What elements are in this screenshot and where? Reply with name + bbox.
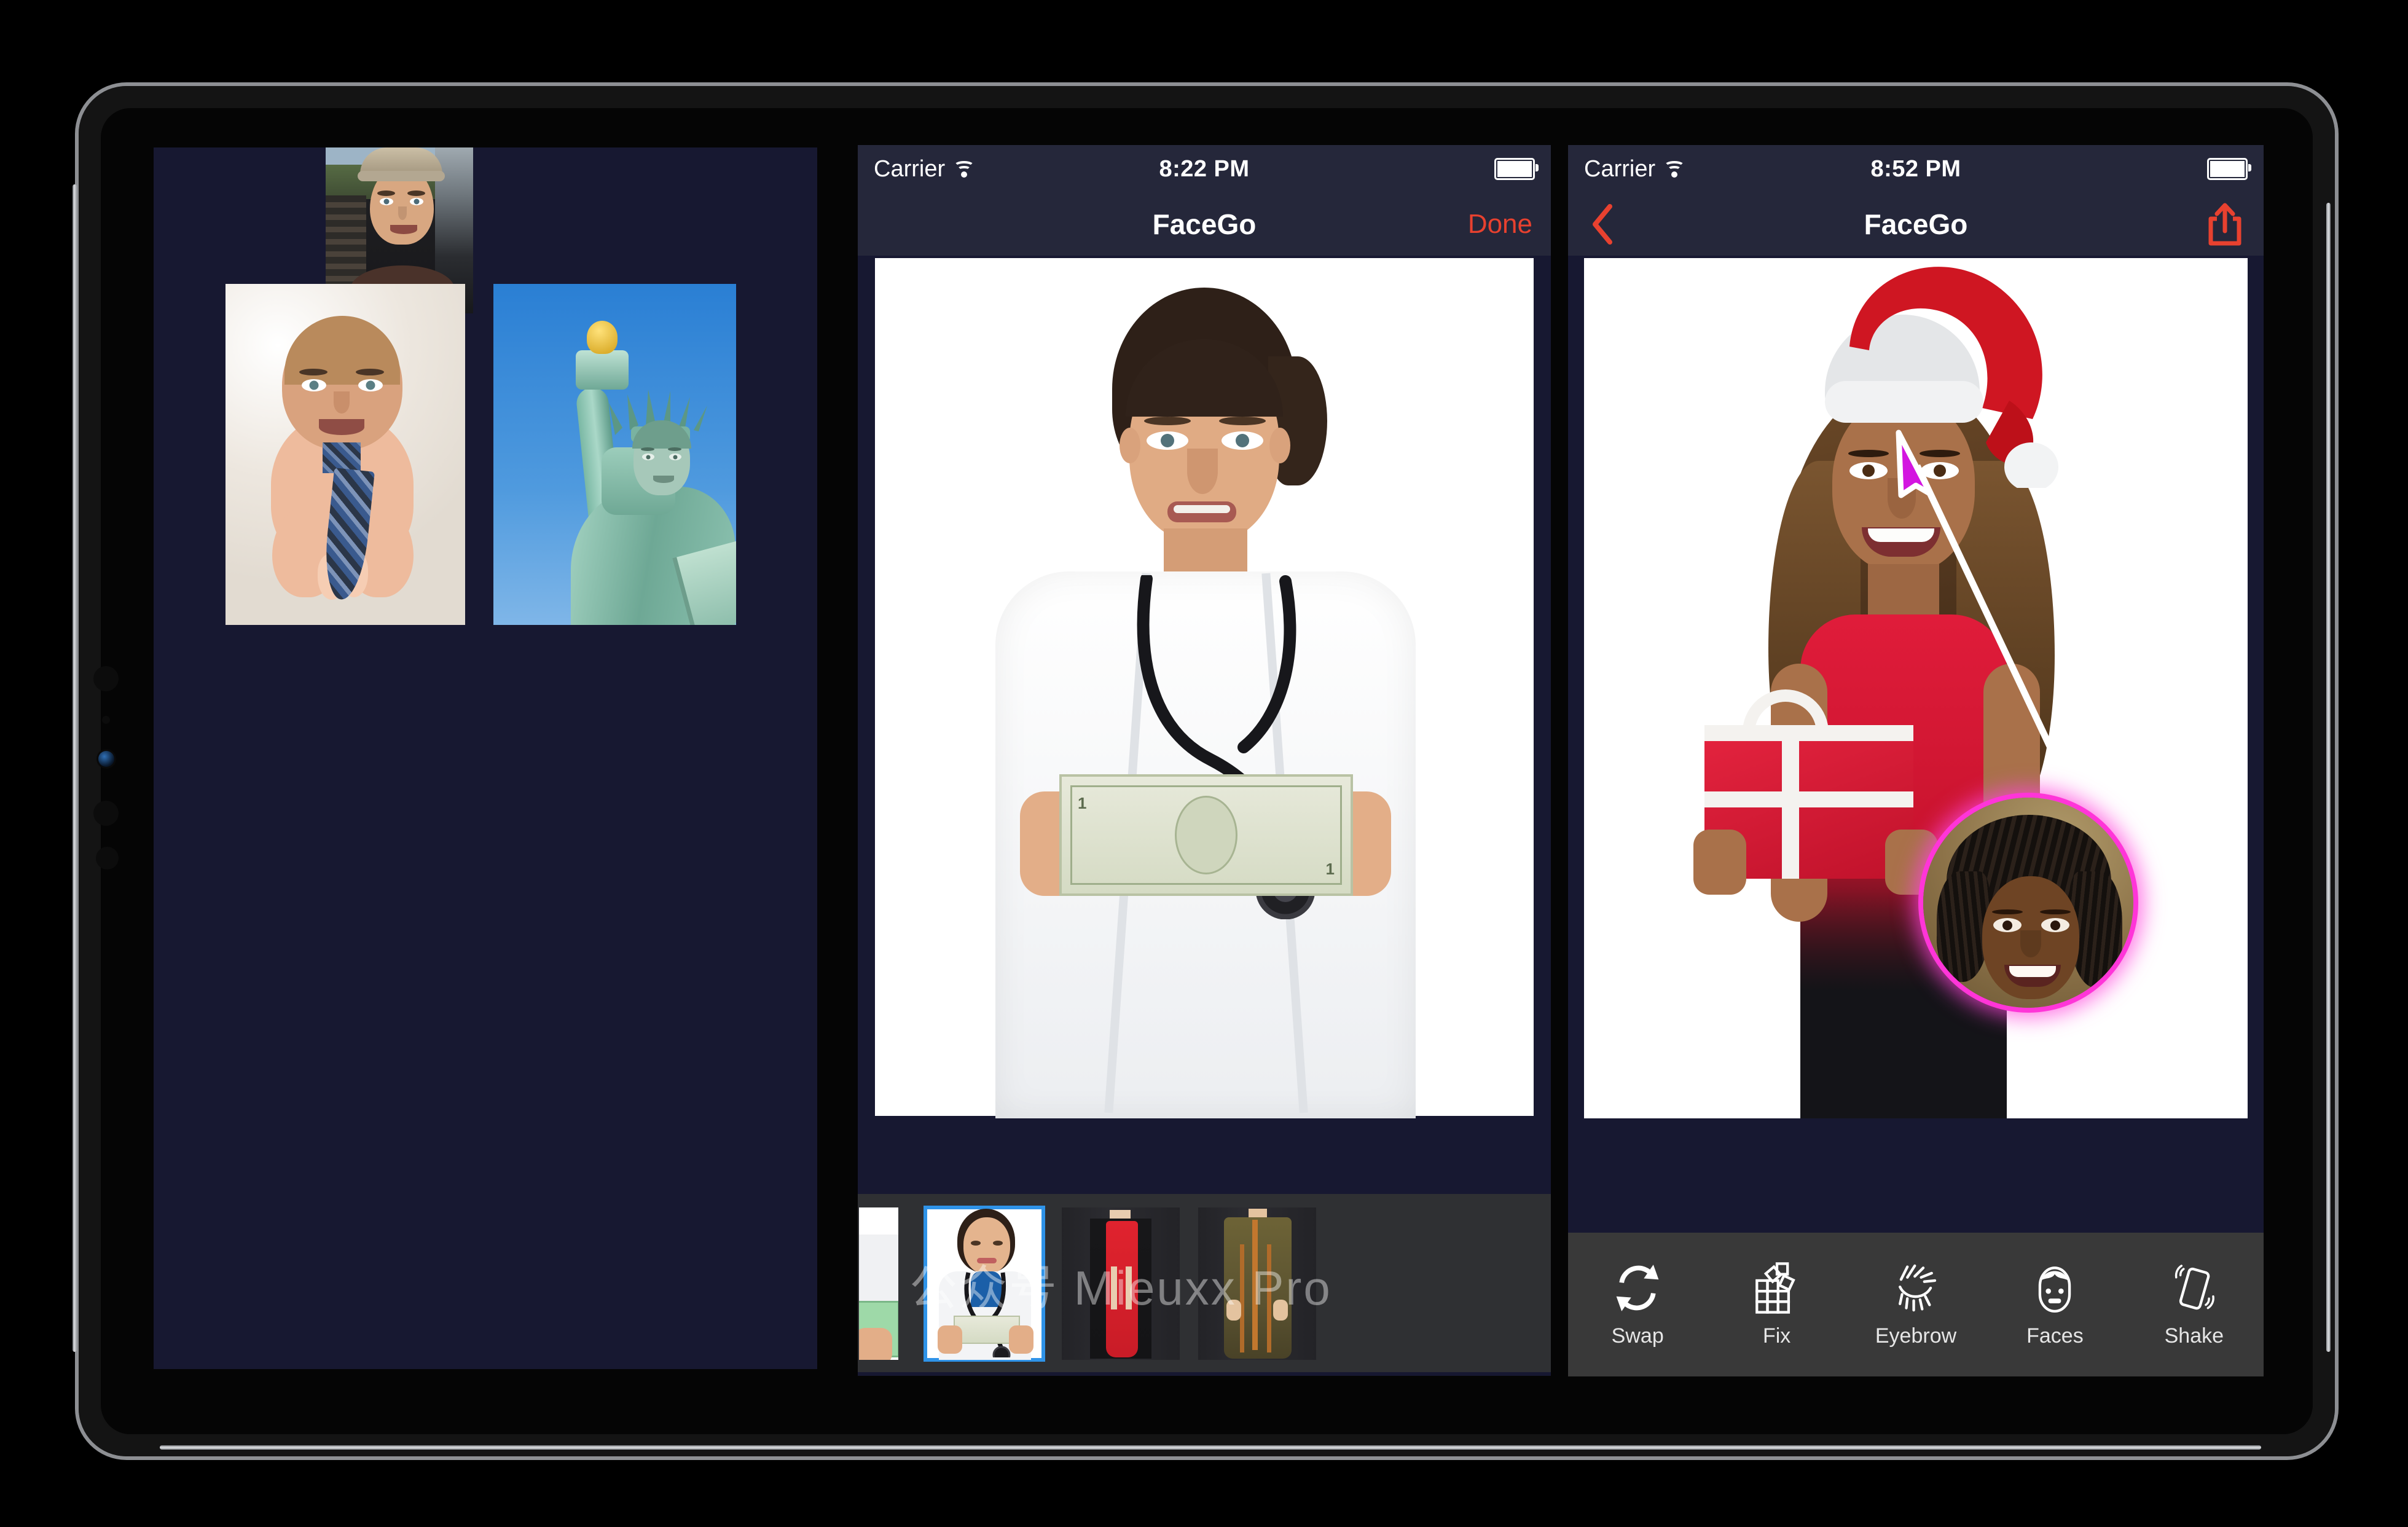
list-item[interactable] [1062,1207,1180,1360]
status-bar-left: Carrier [1584,156,1685,183]
list-item[interactable] [1198,1207,1316,1360]
editor-toolbar: Swap Fix Eyebrow Faces Shake [1568,1233,2264,1376]
camera-icon [98,751,114,767]
magenta-arrow-pointer [1896,430,2082,811]
navigation-bar: FaceGo [1568,193,2264,256]
list-item[interactable] [859,1207,898,1360]
baby-face-swap-result[interactable] [226,284,465,625]
speaker-hole-icon [93,801,119,826]
navigation-bar: FaceGo Done [858,193,1551,256]
list-item[interactable] [924,1206,1045,1362]
status-bar: Carrier 8:52 PM [1568,145,2264,193]
wifi-icon [1664,161,1685,178]
device-edge-bottom [160,1445,2261,1450]
thumbnail-strip[interactable] [858,1194,1551,1372]
fix-grid-icon [1755,1262,1795,1314]
speaker-hole-icon [93,666,119,691]
toolbar-label: Shake [2164,1324,2224,1348]
panel-facego-result: Carrier 8:52 PM FaceGo Swap Fix Eyebrow … [1568,145,2264,1376]
status-bar-left: Carrier [874,156,975,183]
panel-facego-editor: Carrier 8:22 PM FaceGo Done 1 1 [858,145,1551,1376]
battery-icon [2207,158,2251,180]
statue-of-liberty-face-swap-result[interactable] [493,284,736,625]
santa-hat-woman-with-gift-photo[interactable] [1584,258,2248,1118]
toolbar-label: Faces [2026,1324,2084,1348]
toolbar-item-swap[interactable]: Swap [1568,1262,1707,1348]
toolbar-item-shake[interactable]: Shake [2125,1262,2264,1348]
device-edge-right [2326,203,2331,1352]
toolbar-label: Fix [1762,1324,1791,1348]
status-bar: Carrier 8:22 PM [858,145,1551,193]
toolbar-label: Swap [1611,1324,1664,1348]
doctor-holding-dollar-photo[interactable]: 1 1 [875,258,1534,1118]
swap-icon [1616,1264,1659,1311]
chevron-left-icon[interactable] [1589,203,1617,246]
done-button[interactable]: Done [1468,209,1532,240]
shake-phone-icon [2175,1264,2214,1309]
faces-icon [2039,1266,2071,1313]
carrier-label: Carrier [1584,155,1656,182]
sensor-dot-icon [102,716,110,724]
toolbar-label: Eyebrow [1875,1324,1957,1348]
eyebrow-icon [1899,1264,1937,1311]
device-edge-left [73,184,77,1352]
wifi-icon [954,161,975,178]
toolbar-item-faces[interactable]: Faces [1985,1262,2124,1348]
status-bar-right [1494,158,1539,180]
toolbar-item-fix[interactable]: Fix [1707,1262,1846,1348]
speaker-hole-icon [96,847,119,869]
selected-face-thumbnail[interactable] [1923,798,2133,1008]
battery-icon [1494,158,1539,180]
panel-face-swap-overview [154,147,817,1369]
page-title: FaceGo [1864,208,1968,240]
share-icon[interactable] [2206,202,2244,247]
toolbar-item-eyebrow[interactable]: Eyebrow [1846,1262,1985,1348]
carrier-label: Carrier [874,155,946,182]
page-title: FaceGo [1152,208,1257,240]
status-bar-right [2207,158,2251,180]
